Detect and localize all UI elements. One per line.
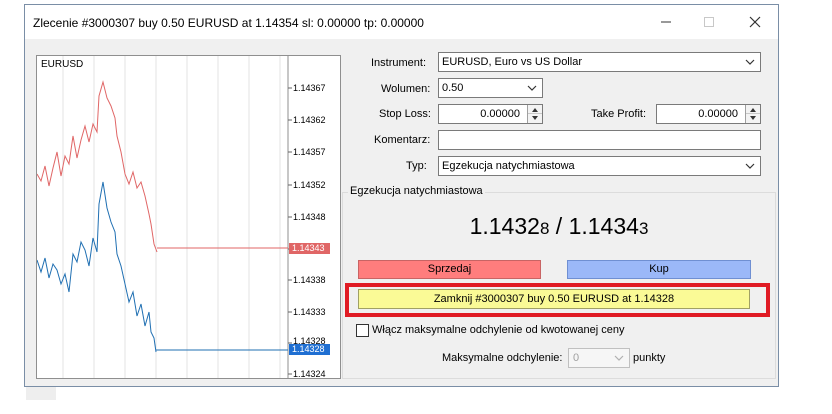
arrow-down-icon — [532, 116, 538, 120]
bid-price: 1.14328 — [470, 213, 550, 239]
price-label: 1.14338 — [293, 275, 326, 285]
arrow-down-icon — [750, 116, 756, 120]
max-deviation-label: Maksymalne odchylenie: — [442, 352, 563, 364]
stoploss-field[interactable]: 0.00000 — [438, 104, 543, 124]
window-title: Zlecenie #3000307 buy 0.50 EURUSD at 1.1… — [33, 16, 424, 30]
close-position-button[interactable]: Zamknij #3000307 buy 0.50 EURUSD at 1.14… — [358, 289, 750, 309]
chevron-down-icon — [527, 85, 537, 91]
takeprofit-label: Take Profit: — [591, 108, 647, 120]
order-dialog: Zlecenie #3000307 buy 0.50 EURUSD at 1.1… — [24, 4, 779, 387]
max-deviation-value: 0 — [573, 352, 580, 364]
execution-group-title: Egzekucja natychmiastowa — [348, 185, 485, 197]
minimize-icon — [661, 21, 671, 23]
takeprofit-spinner[interactable] — [745, 105, 760, 123]
stoploss-value: 0.00000 — [480, 108, 520, 120]
stoploss-label: Stop Loss: — [379, 108, 431, 120]
order-type-value: Egzekucja natychmiastowa — [442, 160, 575, 172]
window-shadow — [26, 386, 56, 400]
bid-tick-line — [37, 181, 157, 353]
price-label: 1.14362 — [293, 115, 326, 125]
price-label: 1.14357 — [293, 147, 326, 157]
ask-tick-line — [37, 80, 158, 253]
price-label: 1.14324 — [293, 369, 326, 379]
instrument-value: EURUSD, Euro vs US Dollar — [442, 56, 582, 68]
ask-price-pip: 3 — [638, 219, 649, 238]
chevron-down-icon — [745, 59, 755, 65]
price-label: 1.14367 — [293, 83, 326, 93]
ask-price: 1.14343 — [569, 213, 649, 239]
maximize-icon — [704, 17, 714, 27]
max-deviation-select[interactable]: 0 — [568, 348, 630, 368]
bid-price-main: 1.1432 — [469, 213, 540, 239]
chart-symbol-label: EURUSD — [41, 59, 84, 70]
price-label: 1.14348 — [293, 212, 326, 222]
arrow-up-icon — [750, 108, 756, 112]
minimize-button[interactable] — [652, 11, 680, 33]
title-bar[interactable]: Zlecenie #3000307 buy 0.50 EURUSD at 1.1… — [25, 5, 778, 39]
instrument-label: Instrument: — [371, 57, 427, 69]
ask-price-marker: 1.14343 — [289, 243, 330, 254]
volume-select[interactable]: 0.50 — [438, 78, 543, 98]
type-label: Typ: — [406, 160, 427, 172]
tick-chart: EURUSD 1.14367 1.14362 1.14357 1.14352 1… — [36, 55, 341, 379]
bid-price-pip: 8 — [539, 219, 550, 238]
stoploss-spinner[interactable] — [527, 105, 542, 123]
buy-button[interactable]: Kup — [567, 260, 751, 279]
max-deviation-checkbox[interactable] — [356, 324, 369, 337]
quote-display: 1.14328 / 1.14343 — [342, 213, 776, 240]
sell-button[interactable]: Sprzedaj — [358, 260, 541, 279]
bid-price-marker: 1.14328 — [289, 344, 330, 355]
instrument-select[interactable]: EURUSD, Euro vs US Dollar — [438, 52, 761, 72]
takeprofit-field[interactable]: 0.00000 — [656, 104, 761, 124]
chevron-down-icon — [614, 355, 624, 361]
max-deviation-checkbox-label[interactable]: Włącz maksymalne odchylenie od kwotowane… — [372, 324, 625, 336]
comment-input[interactable] — [438, 130, 761, 150]
takeprofit-value: 0.00000 — [698, 108, 738, 120]
close-icon — [749, 16, 761, 28]
chevron-down-icon — [745, 163, 755, 169]
ask-price-main: 1.1434 — [568, 213, 639, 239]
volume-value: 0.50 — [442, 82, 464, 94]
price-label: 1.14352 — [293, 180, 326, 190]
arrow-up-icon — [532, 108, 538, 112]
order-type-select[interactable]: Egzekucja natychmiastowa — [438, 156, 761, 176]
comment-label: Komentarz: — [374, 134, 431, 146]
price-label: 1.14333 — [293, 307, 326, 317]
maximize-button[interactable] — [695, 11, 723, 33]
quote-separator: / — [549, 213, 569, 239]
close-button[interactable] — [741, 11, 769, 33]
max-deviation-unit: punkty — [633, 352, 666, 364]
volume-label: Wolumen: — [381, 83, 431, 95]
